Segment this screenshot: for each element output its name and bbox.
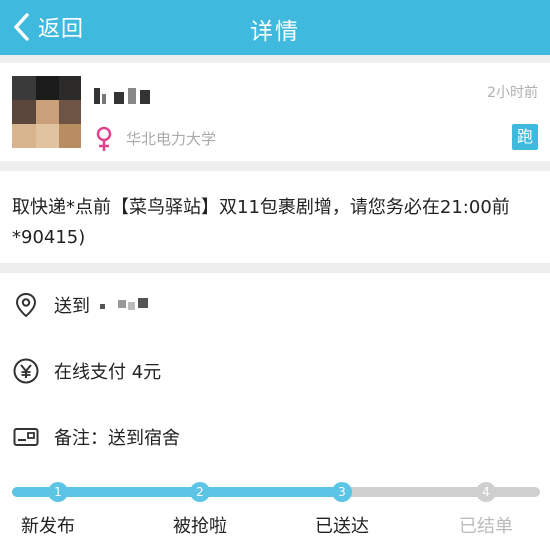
nickname-masked — [94, 86, 164, 108]
post-time: 2小时前 — [487, 85, 538, 101]
note-row: 备注：送到宿舍 — [12, 422, 180, 452]
step-1-dot: 1 — [48, 482, 68, 502]
page-title: 详情 — [250, 19, 300, 45]
payment-text: 在线支付 4元 — [54, 362, 162, 383]
address-masked — [100, 298, 160, 312]
location-pin-icon — [15, 292, 37, 318]
step-1-label: 新发布 — [21, 516, 75, 537]
user-card — [0, 63, 550, 161]
note-text: 备注：送到宿舍 — [54, 428, 180, 449]
order-progress: 1 2 3 4 — [12, 482, 540, 502]
step-2-label: 被抢啦 — [173, 516, 227, 537]
run-badge: 跑 — [512, 124, 538, 150]
yuan-icon — [13, 358, 39, 384]
school-name: 华北电力大学 — [126, 130, 217, 148]
step-4-dot: 4 — [476, 482, 496, 502]
step-3-label: 已送达 — [315, 516, 369, 537]
payment-row: 在线支付 4元 — [12, 356, 161, 386]
avatar[interactable] — [12, 76, 81, 148]
address-label: 送到 — [54, 296, 90, 317]
nav-bar: 返回 详情 — [0, 0, 550, 55]
order-description: 取快递*点前【菜鸟驿站】双11包裹剧增，请您务必在21:00前*90415) — [12, 197, 510, 248]
step-4-label: 已结单 — [459, 516, 513, 537]
note-card-icon — [13, 428, 39, 446]
order-description-card: 取快递*点前【菜鸟驿站】双11包裹剧增，请您务必在21:00前*90415) — [0, 171, 550, 263]
address-row: 送到 — [12, 290, 160, 320]
step-3-dot: 3 — [332, 482, 352, 502]
step-2-dot: 2 — [190, 482, 210, 502]
female-icon — [94, 126, 114, 152]
